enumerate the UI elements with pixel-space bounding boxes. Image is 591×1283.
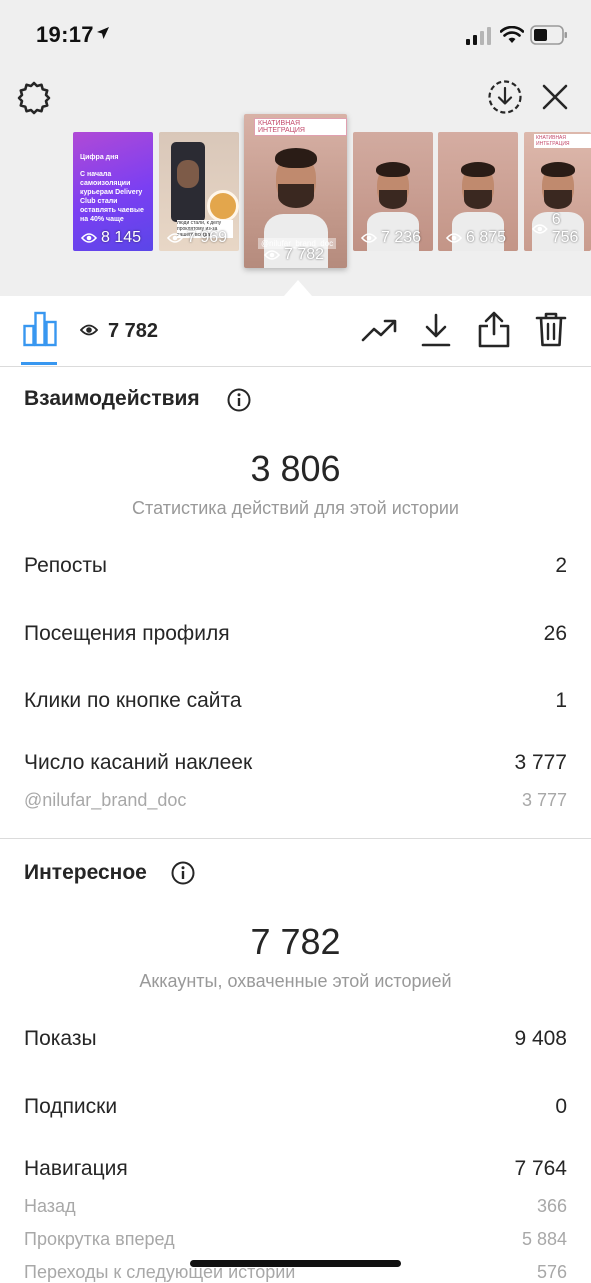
discovery-title: Интересное	[24, 861, 147, 884]
eye-icon	[81, 233, 97, 243]
home-indicator[interactable]	[190, 1260, 401, 1267]
story-thumbnail[interactable]: люди стали, к делу проклятому из-за ваше…	[159, 132, 239, 251]
story-thumbnail[interactable]: 6 875	[438, 132, 518, 251]
profile-visits-value: 26	[543, 622, 567, 645]
back-value: 366	[536, 1196, 567, 1216]
story-thumbnail[interactable]: 7 236	[353, 132, 433, 251]
follows-value: 0	[555, 1095, 567, 1118]
story-title: Цифра дня	[80, 154, 119, 161]
delete-trash-icon[interactable]	[535, 311, 567, 347]
info-icon[interactable]	[171, 861, 195, 885]
reach-total: 7 782	[250, 921, 341, 962]
section-divider	[0, 838, 591, 839]
story-thumbnail[interactable]: Цифра дня С начала самоизоляции курьерам…	[73, 132, 153, 251]
story-views: 8 145	[101, 229, 142, 246]
story-view-count: 7 782	[264, 246, 324, 264]
story-view-count: 6 875	[446, 229, 506, 247]
active-tab-indicator	[21, 362, 57, 365]
story-views: 6 756	[551, 211, 579, 246]
battery-icon	[530, 25, 567, 45]
story-label: КНАТИВНАЯ ИНТЕГРАЦИЯ	[534, 134, 591, 148]
eye-icon	[167, 233, 183, 243]
info-icon[interactable]	[227, 388, 251, 412]
download-icon[interactable]	[420, 312, 452, 348]
story-thumbnail-selected[interactable]: КНАТИВНАЯ ИНТЕГРАЦИЯ @nilufar_brand_doc …	[244, 114, 347, 268]
forward-value: 5 884	[521, 1229, 567, 1249]
eye-icon	[532, 224, 548, 234]
story-thumbnail[interactable]: КНАТИВНАЯ ИНТЕГРАЦИЯ 6 756	[524, 132, 591, 251]
impressions-label: Показы	[24, 1027, 97, 1050]
share-icon[interactable]	[477, 310, 511, 348]
story-view-count: 7 969	[167, 229, 227, 247]
insights-bar-chart-icon[interactable]	[23, 311, 57, 347]
story-views: 7 782	[284, 246, 325, 263]
eye-icon	[80, 324, 98, 336]
story-label: КНАТИВНАЯ ИНТЕГРАЦИЯ	[254, 118, 347, 136]
website-clicks-value: 1	[555, 689, 567, 712]
story-view-count: 8 145	[81, 229, 141, 247]
location-arrow-icon	[97, 27, 109, 39]
sticker-taps-value: 3 777	[514, 751, 567, 774]
story-phone-image	[171, 142, 205, 222]
status-time: 19:17	[36, 22, 94, 47]
story-view-count: 7 236	[361, 229, 421, 247]
cellular-signal-icon	[466, 27, 491, 45]
eye-icon	[264, 250, 280, 260]
website-clicks-label: Клики по кнопке сайта	[24, 689, 242, 712]
insights-toolbar: 7 782	[0, 296, 591, 367]
sticker-mention-value: 3 777	[521, 790, 567, 810]
eye-icon	[361, 233, 377, 243]
story-text: С начала самоизоляции курьерам Delivery …	[80, 171, 144, 223]
story-views: 7 236	[381, 229, 422, 246]
navigation-value: 7 764	[514, 1157, 567, 1180]
sticker-taps-label: Число касаний наклеек	[24, 751, 253, 774]
impressions-value: 9 408	[514, 1027, 567, 1050]
close-icon[interactable]	[541, 83, 569, 111]
reposts-value: 2	[555, 554, 567, 577]
story-views: 7 969	[187, 229, 228, 246]
story-view-total: 7 782	[108, 320, 159, 342]
settings-gear-icon[interactable]	[16, 80, 52, 116]
forward-label: Прокрутка вперед	[24, 1229, 175, 1249]
follows-label: Подписки	[24, 1095, 118, 1118]
selected-story-pointer	[284, 280, 312, 296]
reposts-label: Репосты	[24, 554, 108, 577]
wifi-icon	[500, 26, 524, 43]
interactions-title: Взаимодействия	[24, 387, 200, 410]
sticker-mention-label: @nilufar_brand_doc	[24, 790, 187, 810]
navigation-label: Навигация	[24, 1157, 128, 1180]
eye-icon	[446, 233, 462, 243]
story-views: 6 875	[466, 229, 507, 246]
interactions-subtitle: Статистика действий для этой истории	[132, 498, 459, 518]
status-bar: 19:17	[0, 0, 591, 70]
promote-trend-icon[interactable]	[361, 316, 397, 346]
story-cup-image	[207, 190, 239, 222]
reach-subtitle: Аккаунты, охваченные этой историей	[139, 971, 452, 991]
back-label: Назад	[24, 1196, 76, 1216]
interactions-total: 3 806	[250, 448, 341, 489]
story-view-count: 6 756	[532, 211, 591, 247]
save-story-icon[interactable]	[487, 79, 523, 115]
profile-visits-label: Посещения профиля	[24, 622, 230, 645]
